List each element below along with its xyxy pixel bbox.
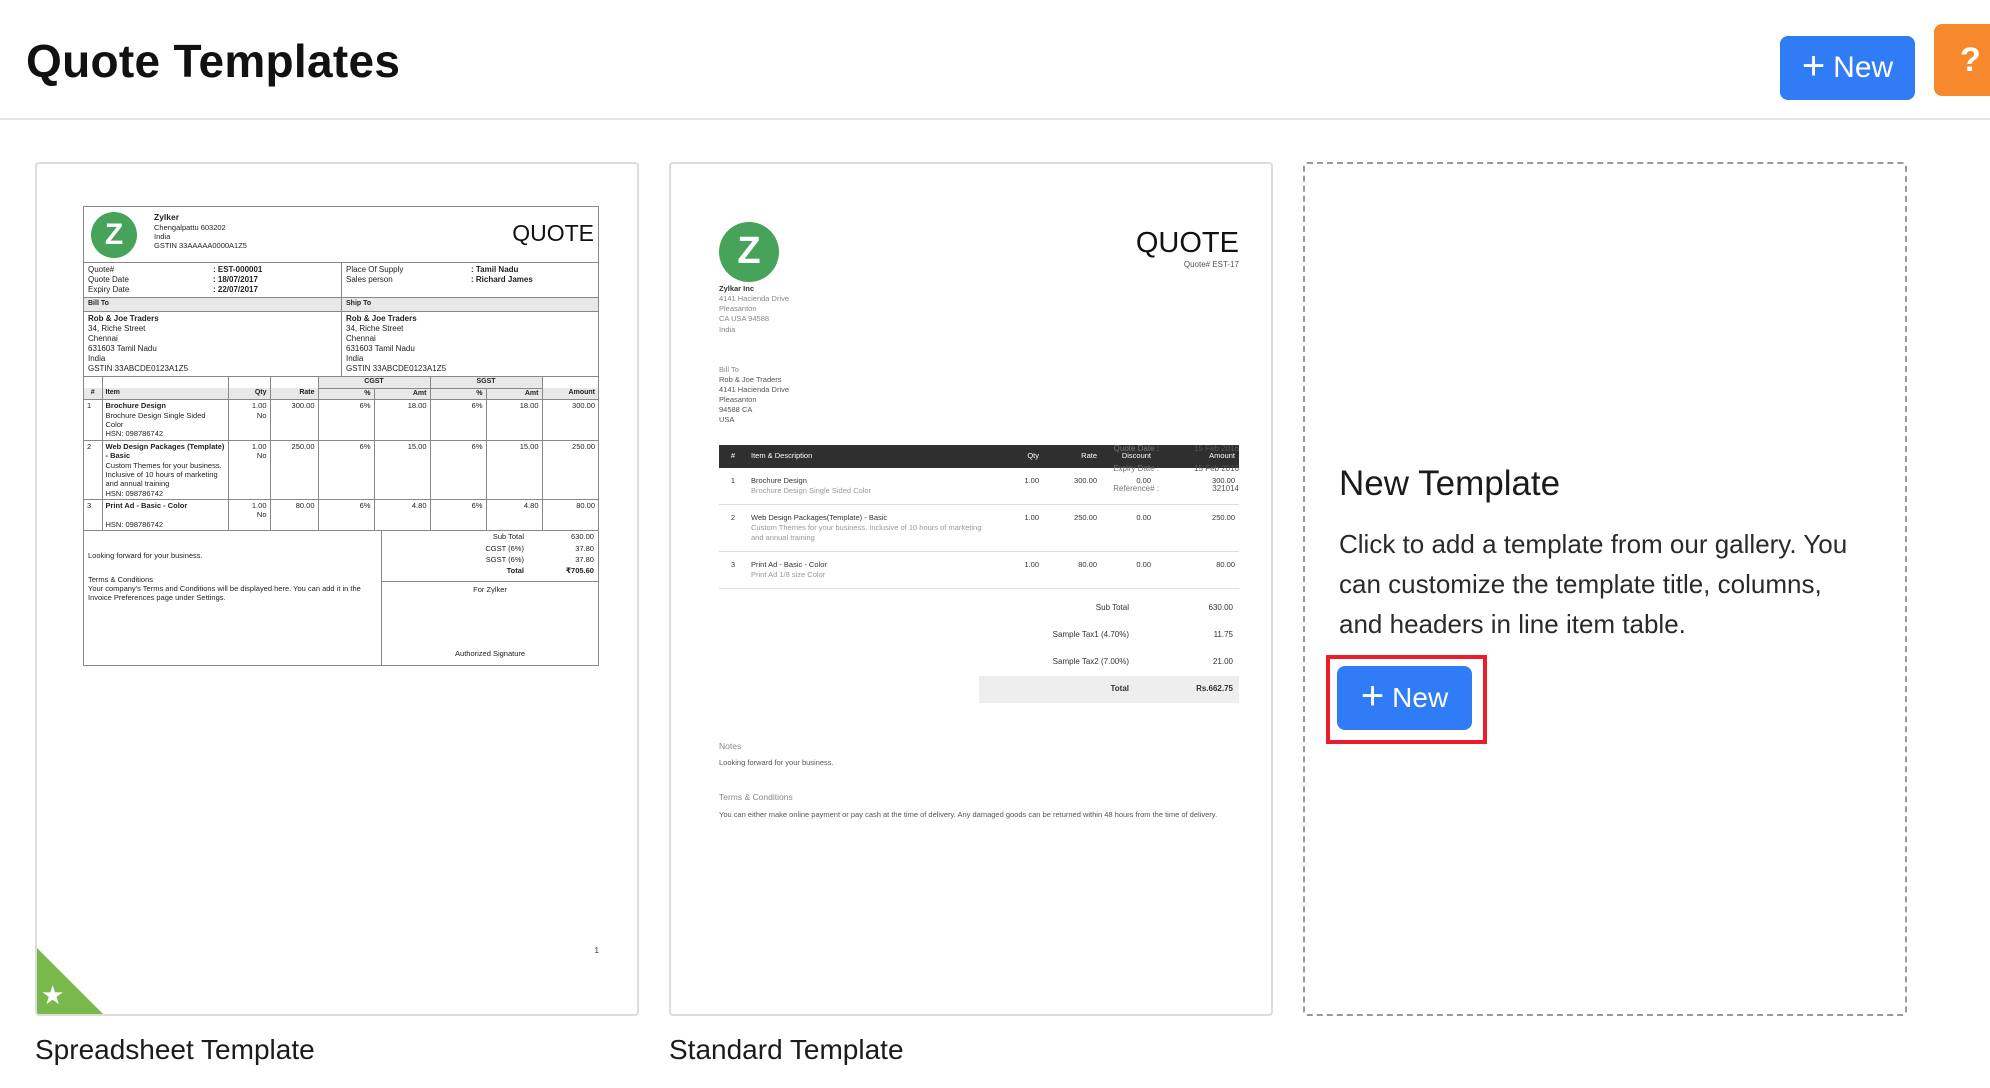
- quote-meta: Quote#: EST-000001 Quote Date: 18/07/201…: [84, 263, 598, 298]
- company-logo: Z: [719, 222, 779, 282]
- new-template-title: New Template: [1339, 464, 1561, 503]
- notes-section: Notes Looking forward for your business.…: [719, 740, 1218, 819]
- standard-template-card[interactable]: Z QUOTE Quote# EST-17 Zylkar Inc 4141 Ha…: [669, 162, 1273, 1016]
- addresses: Rob & Joe Traders 34, Riche Street Chenn…: [84, 311, 598, 377]
- standard-template-preview: Z QUOTE Quote# EST-17 Zylkar Inc 4141 Ha…: [719, 222, 1239, 844]
- table-row: 1 Brochure Design Brochure Design Single …: [84, 399, 598, 441]
- totals: Sub Total 630.00 Sample Tax1 (4.70%) 11.75…: [719, 595, 1239, 703]
- line-items-table: CGST SGST # Item Qty Rate % Amt % Amt Am…: [84, 376, 598, 532]
- company-address: Zylker Chengalpattu 603202 India GSTIN 3…: [154, 212, 247, 251]
- new-button-label: New: [1833, 51, 1894, 84]
- quote-number: Quote# EST-17: [1183, 260, 1239, 269]
- plus-icon: +: [1360, 674, 1385, 718]
- table-row: 3 Print Ad - Basic - Color Print Ad 1/8 s…: [719, 551, 1239, 590]
- page-title: Quote Templates: [26, 35, 401, 87]
- new-template-button-label: New: [1392, 682, 1449, 713]
- table-row: 2 Web Design Packages(Template) - Basic C…: [719, 504, 1239, 553]
- standard-template-caption: Standard Template: [669, 1034, 904, 1065]
- question-mark-icon: ?: [1960, 40, 1981, 79]
- plus-icon: +: [1801, 44, 1826, 88]
- bill-to: Bill To Rob & Joe Traders 4141 Hacienda …: [719, 364, 790, 425]
- new-template-description: Click to add a template from our gallery…: [1339, 529, 1848, 639]
- spreadsheet-template-card[interactable]: Z Zylker Chengalpattu 603202 India GSTIN…: [35, 162, 639, 1016]
- new-quote-template-button[interactable]: + New: [1780, 36, 1915, 100]
- table-row: 2 Web Design Packages (Template) - Basic…: [84, 440, 598, 501]
- table-row: 3 Print Ad - Basic - Color HSN: 098786742…: [84, 499, 598, 532]
- company-logo: Z: [91, 212, 137, 258]
- new-template-button[interactable]: + New: [1337, 666, 1472, 730]
- document-title: QUOTE: [1135, 227, 1239, 259]
- new-template-card[interactable]: New Template Click to add a template fro…: [1303, 162, 1907, 1016]
- document-title: QUOTE: [512, 220, 594, 246]
- page-number: 1: [594, 946, 599, 955]
- quote-dates: Quote Date :15 Feb 2016 Expiry Date :15 …: [1113, 444, 1239, 493]
- help-button[interactable]: ?: [1934, 24, 1990, 96]
- spreadsheet-template-preview: Z Zylker Chengalpattu 603202 India GSTIN…: [83, 206, 599, 667]
- spreadsheet-template-caption: Spreadsheet Template: [35, 1034, 315, 1065]
- page-header: Quote Templates + New ?: [0, 0, 1990, 120]
- preview-footer: Looking forward for your business. Terms…: [84, 531, 598, 666]
- star-icon: ★: [41, 980, 65, 1010]
